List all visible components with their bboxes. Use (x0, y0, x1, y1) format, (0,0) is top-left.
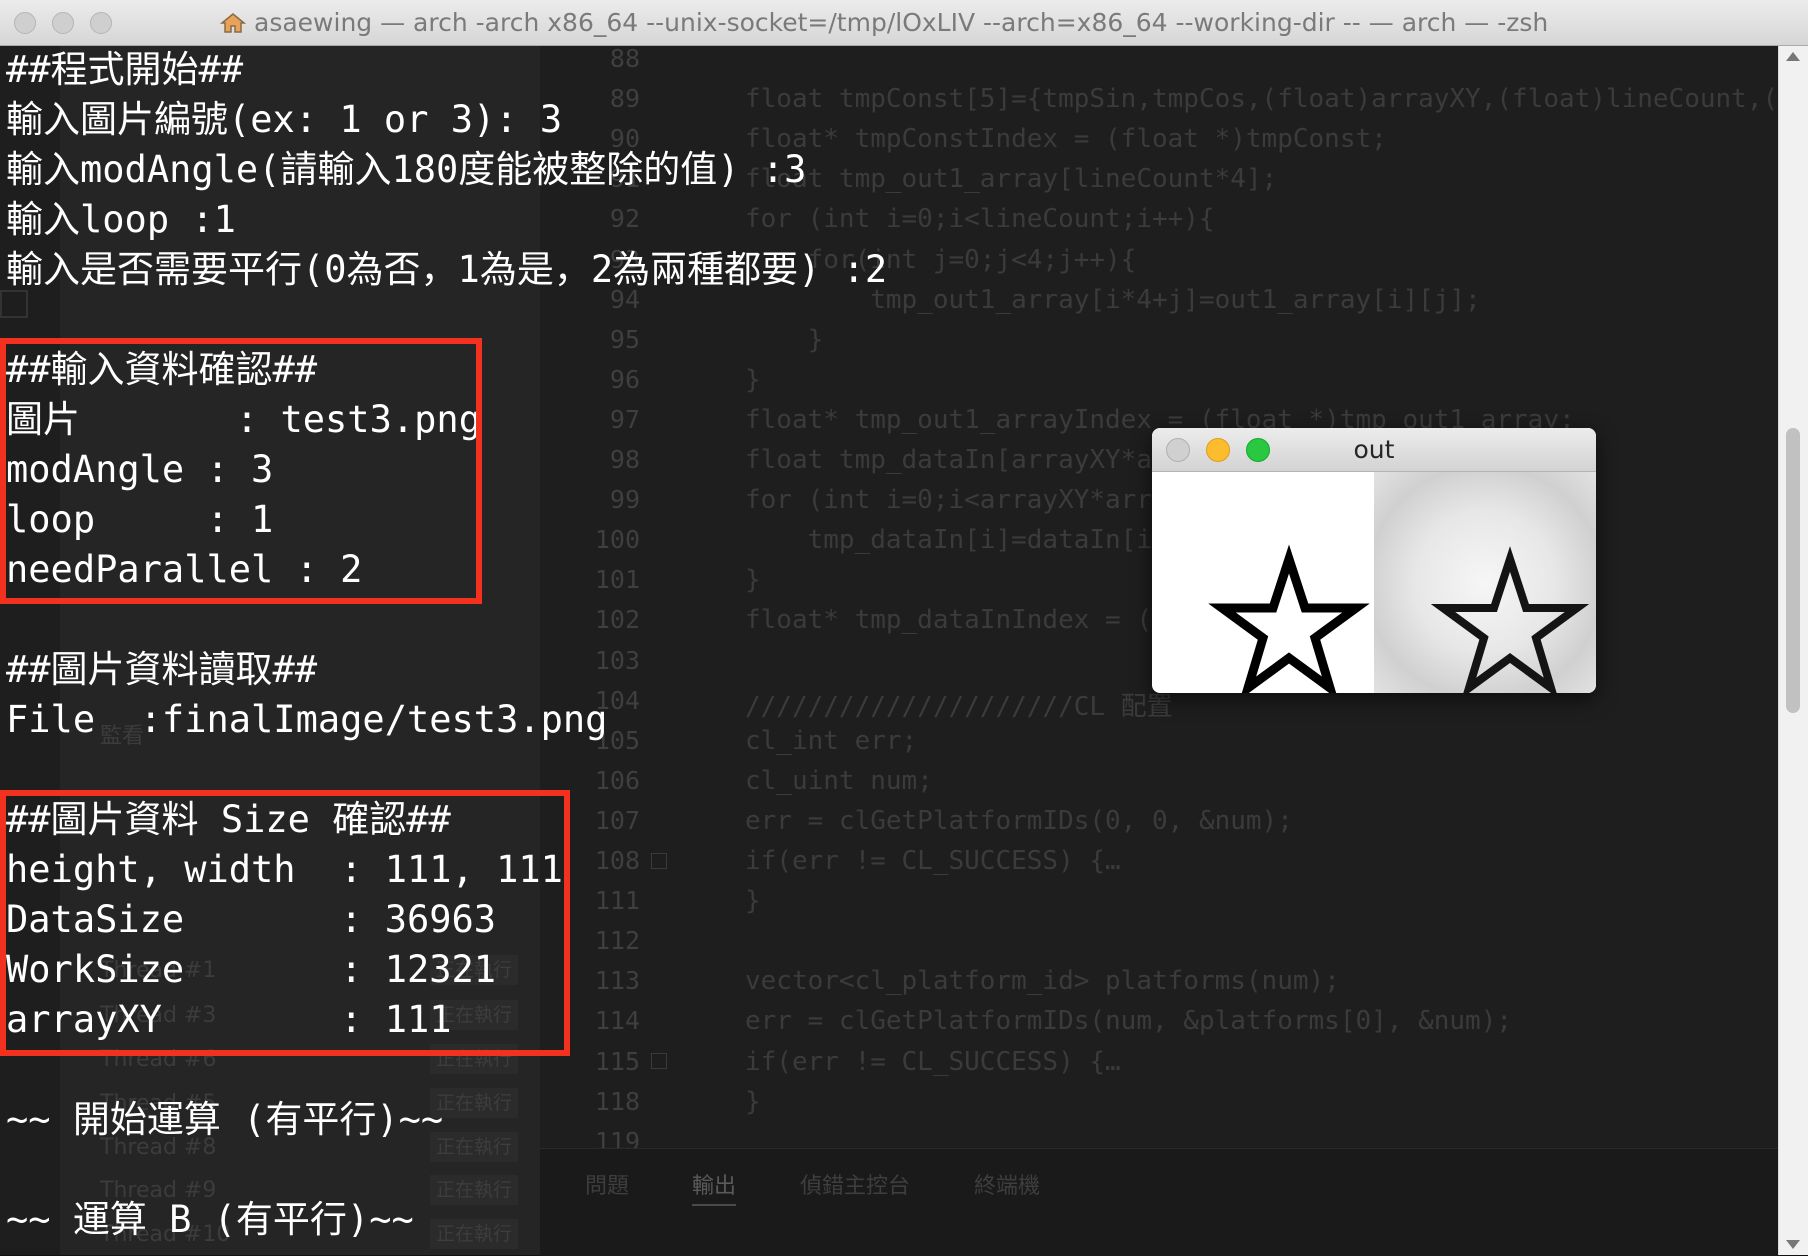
line-number: 97 (609, 404, 640, 434)
window-title-area: asaewing — arch -arch x86_64 --unix-sock… (220, 0, 1548, 46)
line-number: 114 (594, 1006, 640, 1036)
code-line: for (int i=0;i<lineCount;i++){ (745, 204, 1215, 235)
code-line: } (745, 324, 824, 355)
line-number: 96 (609, 364, 640, 394)
line-number: 102 (594, 605, 640, 635)
code-line: float tmp_dataIn[arrayXY*a (745, 445, 1152, 475)
code-line: vector<cl_platform_id> platforms(num); (745, 966, 1340, 997)
code-line: err = clGetPlatformIDs(0, 0, &num); (745, 805, 1293, 836)
line-number: 95 (609, 324, 640, 354)
code-line: if(err != CL_SUCCESS) {… (745, 1046, 1121, 1077)
line-number: 108 (594, 846, 640, 875)
code-line: } (745, 1086, 761, 1117)
fold-toggle-icon[interactable] (651, 1053, 667, 1069)
line-number: 115 (594, 1046, 640, 1076)
parallel-prompt: 輸入是否需要平行(0為否，1為是，2為兩種都要) :2 (6, 248, 888, 291)
size-confirm-highlight (0, 790, 570, 1056)
home-icon (220, 13, 246, 33)
code-line: float tmpConst[5]={tmpSin,tmpCos,(float)… (745, 84, 1779, 115)
line-number: 103 (594, 645, 640, 675)
code-line: } (745, 886, 761, 917)
code-line: cl_uint num; (745, 765, 933, 796)
window-title: asaewing — arch -arch x86_64 --unix-sock… (254, 8, 1549, 37)
tab-terminal[interactable]: 終端機 (974, 1168, 1040, 1200)
line-number: 118 (594, 1086, 640, 1116)
line-number: 106 (594, 765, 640, 795)
code-line: for (int i=0;i<arrayXY*arr (745, 485, 1152, 516)
line-number: 107 (594, 805, 640, 835)
minimize-window-button[interactable] (52, 12, 74, 34)
line-number: 112 (594, 926, 640, 956)
code-line: err = clGetPlatformIDs(num, &platforms[0… (745, 1006, 1513, 1037)
line-number: 111 (594, 886, 640, 916)
loop-prompt: 輸入loop :1 (6, 198, 236, 241)
file-path-line: File :finalImage/test3.png (6, 698, 608, 741)
line-number: 99 (609, 485, 640, 515)
image-read-heading: ##圖片資料讀取## (6, 648, 318, 691)
mod-angle-prompt: 輸入modAngle(請輸入180度能被整除的值) :3 (6, 148, 807, 191)
code-line: float* tmpConstIndex = (float *)tmpConst… (745, 124, 1387, 155)
image-number-prompt: 輸入圖片編號(ex: 1 or 3): 3 (6, 98, 563, 141)
input-confirm-highlight (0, 338, 482, 604)
star-images (1208, 544, 1590, 693)
code-line: if(err != CL_SUCCESS) {… (745, 846, 1121, 876)
thread-status-badge: 正在執行 (430, 1175, 518, 1205)
thread-status-badge: 正在執行 (430, 1219, 518, 1249)
fold-toggle-icon[interactable] (651, 853, 667, 869)
scroll-down-arrow-icon[interactable] (1786, 1240, 1800, 1249)
code-line: float* tmp_dataInIndex = ( (745, 605, 1152, 636)
code-line: float tmp_out1_array[lineCount*4]; (745, 164, 1278, 195)
line-number: 101 (594, 565, 640, 595)
zoom-window-button[interactable] (90, 12, 112, 34)
line-number: 88 (609, 44, 640, 73)
out-window-title: out (1353, 435, 1395, 464)
start-compute-line: ~~ 開始運算 (有平行)~~ (6, 1098, 444, 1141)
tab-problems[interactable]: 問題 (585, 1168, 629, 1200)
line-number: 92 (609, 204, 640, 234)
code-line: cl_int err; (745, 725, 918, 756)
line-number: 98 (609, 445, 640, 474)
window-titlebar: asaewing — arch -arch x86_64 --unix-sock… (0, 0, 1808, 46)
program-start-line: ##程式開始## (6, 48, 244, 91)
code-line: /////////////////////CL 配置 (745, 691, 1173, 722)
code-line: tmp_dataIn[i]=dataIn[i (745, 525, 1152, 556)
code-line: } (745, 565, 761, 596)
line-number: 89 (609, 84, 640, 114)
star-processed (1430, 546, 1590, 693)
out-image-window: out (1152, 428, 1596, 693)
line-number: 113 (594, 966, 640, 996)
code-line: } (745, 364, 761, 395)
close-window-button[interactable] (14, 12, 36, 34)
star-original (1208, 544, 1370, 693)
tab-output[interactable]: 輸出 (692, 1168, 737, 1206)
scrollbar-thumb[interactable] (1786, 428, 1800, 713)
compute-b-line: ~~ 運算 B (有平行)~~ (6, 1198, 414, 1241)
tab-debug-console[interactable]: 偵錯主控台 (800, 1168, 910, 1200)
scroll-up-arrow-icon[interactable] (1786, 52, 1800, 61)
line-number: 100 (594, 525, 640, 555)
